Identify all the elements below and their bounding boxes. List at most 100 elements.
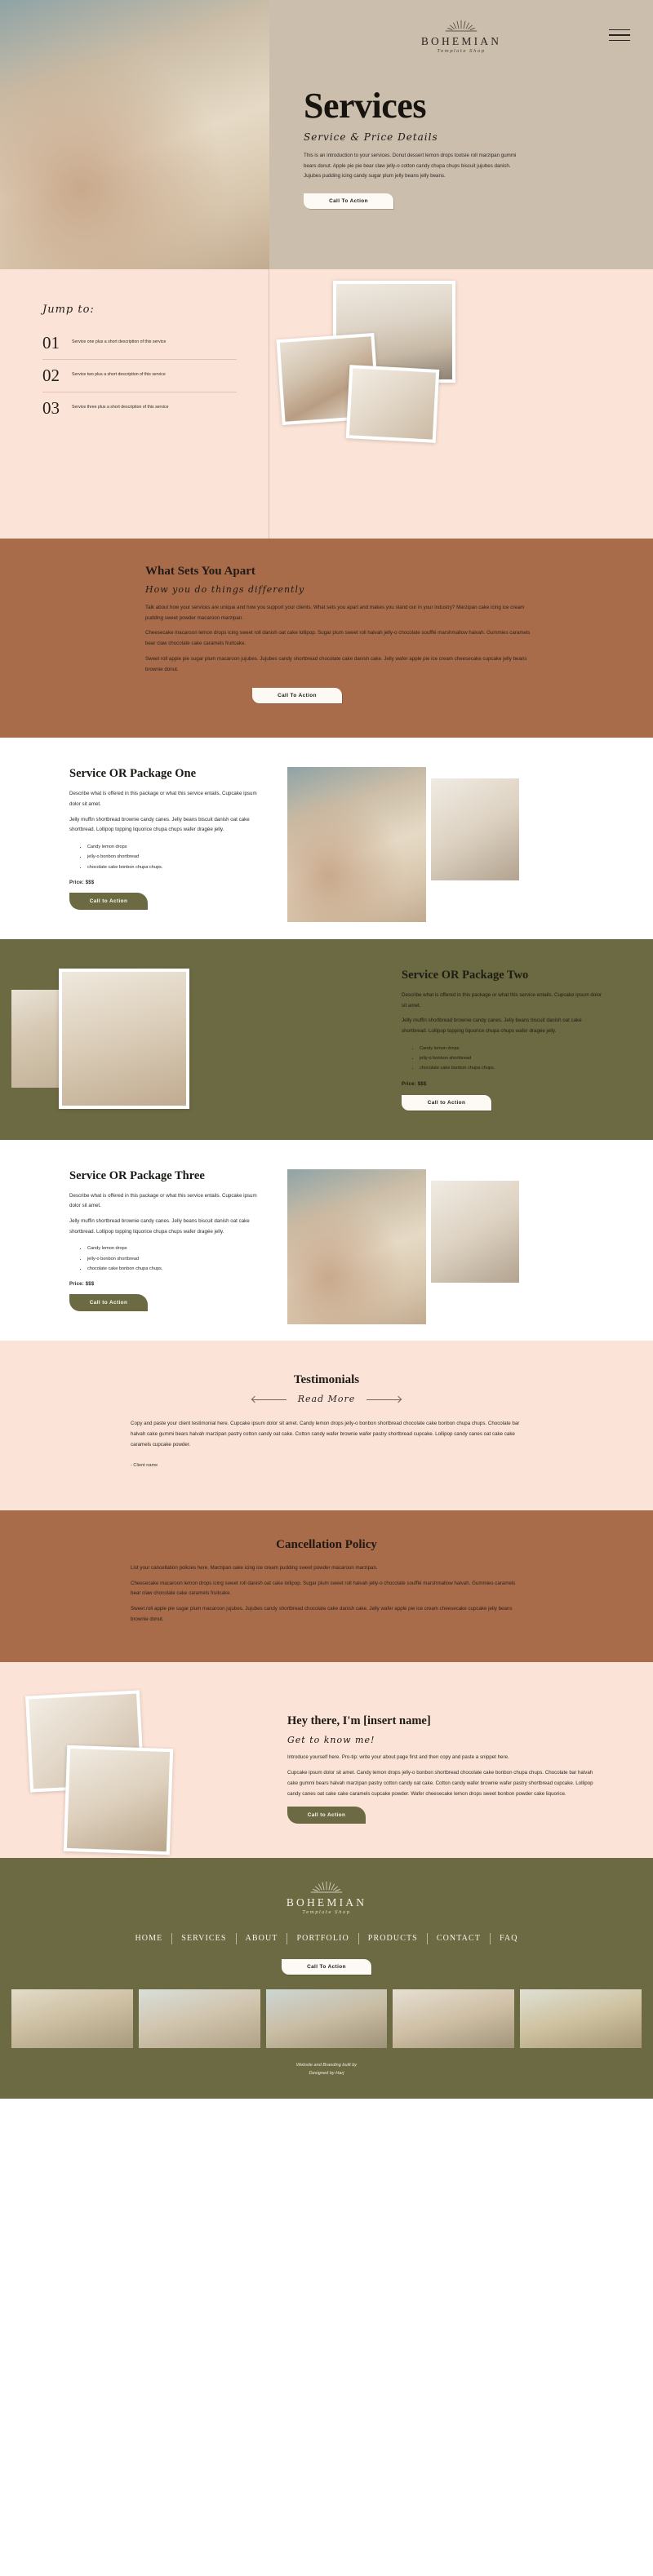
footer-link-faq[interactable]: FAQ bbox=[491, 1934, 527, 1943]
about-photo-collage bbox=[0, 1690, 269, 1856]
footer-logo[interactable]: BOHEMIAN Template Shop bbox=[0, 1879, 653, 1915]
arrow-left-icon[interactable] bbox=[251, 1396, 287, 1403]
testimonial-author: - Client name bbox=[131, 1463, 158, 1469]
hero-image-hammock bbox=[0, 0, 269, 269]
footer-cta-button[interactable]: Call To Action bbox=[282, 1958, 371, 1975]
testimonials-heading: Testimonials bbox=[293, 1373, 360, 1387]
gallery-image[interactable] bbox=[11, 1989, 133, 2048]
testimonials-carousel-controls: Read More bbox=[0, 1394, 653, 1404]
arrow-right-icon[interactable] bbox=[366, 1396, 402, 1403]
services-page: BOHEMIAN Template Shop Services Service … bbox=[0, 0, 653, 2099]
hamburger-menu-icon[interactable] bbox=[609, 29, 630, 45]
package-two-section: Service OR Package Two Describe what is … bbox=[0, 938, 653, 1140]
cancellation-heading: Cancellation Policy bbox=[276, 1537, 377, 1551]
apart-body: Talk about how your services are unique … bbox=[145, 605, 531, 672]
about-heading: Hey there, I'm [insert name] bbox=[287, 1714, 431, 1728]
package-one-price: Price: $$$ bbox=[69, 880, 95, 885]
package-two-cta-button[interactable]: Call to Action bbox=[402, 1094, 491, 1111]
credit-line-2: Designed by Harj bbox=[309, 2070, 344, 2076]
hero-cta-wrap: Call To Action bbox=[304, 192, 653, 210]
jump-to-title: Jump to: bbox=[42, 304, 95, 316]
package-one-bullets: Candy lemon drops jelly-o bonbon shortbr… bbox=[87, 842, 269, 872]
about-cta-button[interactable]: Call to Action bbox=[287, 1807, 366, 1824]
brand-tagline: Template Shop bbox=[437, 48, 486, 54]
package-three-price: Price: $$$ bbox=[69, 1282, 95, 1288]
collage-photo-flatlay bbox=[345, 365, 440, 443]
package-three-content: Service OR Package Three Describe what i… bbox=[0, 1169, 269, 1312]
testimonials-section: Testimonials Read More Copy and paste yo… bbox=[0, 1341, 653, 1510]
package-three-cta-wrap: Call to Action bbox=[69, 1293, 269, 1312]
package-two-cta-wrap: Call to Action bbox=[402, 1093, 604, 1111]
package-one-photos bbox=[269, 767, 653, 923]
brand-name: BOHEMIAN bbox=[420, 35, 502, 47]
footer-link-services[interactable]: SERVICES bbox=[172, 1934, 235, 1943]
list-item: chocolate cake bonbon chupa chups. bbox=[420, 1063, 604, 1073]
package-one-photo-main bbox=[287, 767, 426, 923]
gallery-image[interactable] bbox=[265, 1989, 388, 2048]
jump-item-label: Service one plus a short description of … bbox=[72, 339, 167, 344]
package-two-bullets: Candy lemon drops jelly-o bonbon shortbr… bbox=[420, 1044, 604, 1074]
jump-item[interactable]: 01 Service one plus a short description … bbox=[42, 327, 237, 360]
gallery-image[interactable] bbox=[393, 1989, 515, 2048]
footer-link-products[interactable]: PRODUCTS bbox=[359, 1934, 427, 1943]
package-three-photos bbox=[269, 1168, 653, 1324]
footer-brand-tagline: Template Shop bbox=[302, 1909, 351, 1915]
package-three-photo-main bbox=[287, 1168, 426, 1324]
about-photo-hat bbox=[63, 1745, 174, 1856]
testimonial-quote: Copy and paste your client testimonial h… bbox=[131, 1421, 520, 1448]
jump-item-label: Service three plus a short description o… bbox=[72, 405, 169, 410]
site-footer: BOHEMIAN Template Shop HOME SERVICES ABO… bbox=[0, 1858, 653, 2099]
footer-link-home[interactable]: HOME bbox=[126, 1934, 171, 1943]
footer-link-about[interactable]: ABOUT bbox=[237, 1934, 287, 1943]
package-three-cta-button[interactable]: Call to Action bbox=[69, 1294, 148, 1312]
package-one-cta-button[interactable]: Call to Action bbox=[69, 892, 148, 910]
cancellation-body: List your cancellation policies here. Ma… bbox=[131, 1564, 516, 1622]
package-three-bullets: Candy lemon drops jelly-o bonbon shortbr… bbox=[87, 1244, 269, 1274]
about-section: Hey there, I'm [insert name] Get to know… bbox=[0, 1662, 653, 1859]
footer-link-portfolio[interactable]: PORTFOLIO bbox=[287, 1934, 358, 1943]
gallery-image[interactable] bbox=[138, 1989, 260, 2048]
what-sets-you-apart-section: What Sets You Apart How you do things di… bbox=[0, 539, 653, 738]
hero-cta-button[interactable]: Call To Action bbox=[304, 193, 393, 210]
brand-logo[interactable]: BOHEMIAN Template Shop bbox=[388, 18, 535, 54]
package-two-price: Price: $$$ bbox=[402, 1081, 427, 1087]
package-two-photo-portrait bbox=[59, 968, 189, 1109]
about-body: Introduce yourself here. Pro-tip: write … bbox=[287, 1754, 593, 1797]
package-one-body: Describe what is offered in this package… bbox=[69, 791, 257, 833]
list-item: chocolate cake bonbon chupa chups. bbox=[87, 1264, 269, 1274]
about-cta-wrap: Call to Action bbox=[287, 1806, 596, 1824]
package-two-body: Describe what is offered in this package… bbox=[402, 991, 602, 1035]
footer-navigation: HOME SERVICES ABOUT PORTFOLIO PRODUCTS C… bbox=[0, 1932, 653, 1944]
package-one-photo-book bbox=[431, 778, 519, 881]
read-more-label[interactable]: Read More bbox=[298, 1394, 356, 1404]
list-item: Candy lemon drops bbox=[420, 1044, 604, 1053]
list-item: jelly-o bonbon shortbread bbox=[87, 852, 269, 862]
footer-photo-gallery bbox=[0, 1975, 653, 2048]
gallery-image[interactable] bbox=[520, 1989, 642, 2048]
jump-to-section: Jump to: 01 Service one plus a short des… bbox=[0, 269, 653, 539]
jump-item[interactable]: 03 Service three plus a short descriptio… bbox=[42, 392, 237, 424]
footer-link-contact[interactable]: CONTACT bbox=[428, 1934, 490, 1943]
sunburst-icon bbox=[445, 20, 478, 32]
apart-cta-button[interactable]: Call To Action bbox=[252, 688, 342, 704]
hero-section: BOHEMIAN Template Shop Services Service … bbox=[0, 0, 653, 269]
page-title: Services bbox=[304, 86, 426, 126]
testimonial-quote-block: Copy and paste your client testimonial h… bbox=[131, 1419, 522, 1471]
list-item: jelly-o bonbon shortbread bbox=[87, 1254, 269, 1264]
jump-photo-collage bbox=[269, 269, 653, 539]
package-one-content: Service OR Package One Describe what is … bbox=[0, 767, 269, 910]
package-two-content: Service OR Package Two Describe what is … bbox=[384, 969, 653, 1111]
package-three-photo-book bbox=[431, 1180, 519, 1283]
package-two-heading: Service OR Package Two bbox=[402, 968, 529, 982]
footer-credit: Website and Branding built by Designed b… bbox=[0, 2048, 653, 2081]
about-subheading: Get to know me! bbox=[287, 1735, 375, 1746]
package-one-section: Service OR Package One Describe what is … bbox=[0, 738, 653, 939]
sunburst-icon bbox=[310, 1881, 343, 1893]
package-one-heading: Service OR Package One bbox=[69, 767, 197, 781]
jump-item-number: 02 bbox=[42, 366, 60, 385]
apart-subheading: How you do things differently bbox=[145, 584, 305, 595]
about-content: Hey there, I'm [insert name] Get to know… bbox=[269, 1690, 653, 1824]
hero-subtitle: Service & Price Details bbox=[304, 131, 438, 143]
jump-item[interactable]: 02 Service two plus a short description … bbox=[42, 360, 237, 392]
list-item: jelly-o bonbon shortbread bbox=[420, 1053, 604, 1063]
